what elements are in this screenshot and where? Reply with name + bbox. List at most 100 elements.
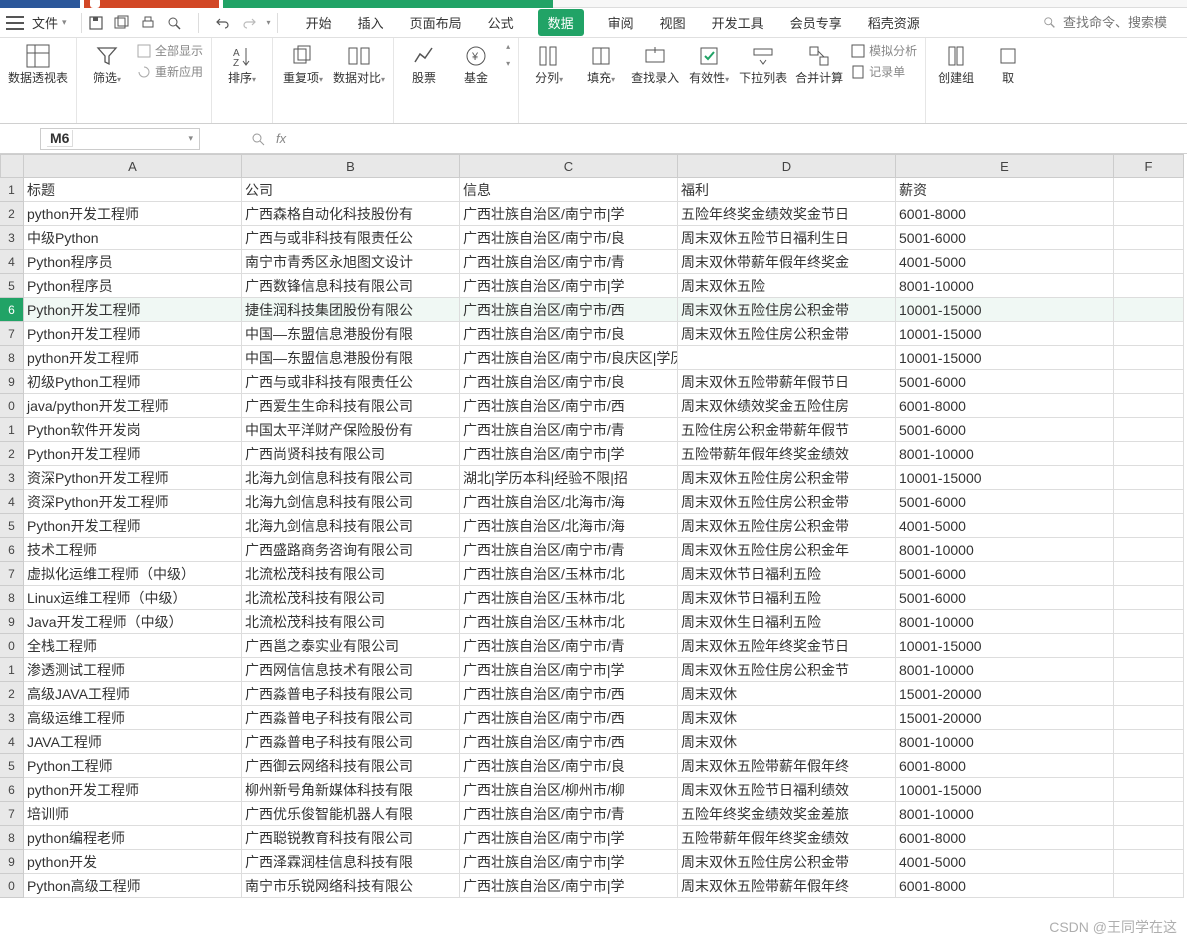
cell[interactable] xyxy=(1114,706,1184,730)
cell[interactable] xyxy=(1114,658,1184,682)
cell[interactable]: 北流松茂科技有限公司 xyxy=(242,562,460,586)
cell[interactable]: Python开发工程师 xyxy=(24,514,242,538)
tab-fragment-active[interactable] xyxy=(223,0,553,8)
validity-button[interactable]: 有效性▾ xyxy=(687,42,731,85)
cell[interactable]: 6001-8000 xyxy=(896,826,1114,850)
cell[interactable]: 8001-10000 xyxy=(896,658,1114,682)
row-header[interactable]: 6 xyxy=(0,538,24,562)
row-header[interactable]: 1 xyxy=(0,178,24,202)
cell[interactable]: 信息 xyxy=(460,178,678,202)
cell[interactable]: 南宁市青秀区永旭图文设计 xyxy=(242,250,460,274)
cell[interactable]: 广西尚贤科技有限公司 xyxy=(242,442,460,466)
cell[interactable] xyxy=(1114,298,1184,322)
cell[interactable]: 广西与或非科技有限责任公 xyxy=(242,370,460,394)
cell[interactable]: 4001-5000 xyxy=(896,850,1114,874)
cell[interactable]: 周末双休五险住房公积金年 xyxy=(678,538,896,562)
cell[interactable]: 5001-6000 xyxy=(896,226,1114,250)
row-header[interactable]: 4 xyxy=(0,250,24,274)
cell[interactable]: 广西壮族自治区/南宁市|学 xyxy=(460,658,678,682)
cell[interactable] xyxy=(1114,394,1184,418)
cell[interactable]: 广西壮族自治区/南宁市|学 xyxy=(460,826,678,850)
row-header[interactable]: 1 xyxy=(0,418,24,442)
cell[interactable] xyxy=(1114,802,1184,826)
cell[interactable]: python开发工程师 xyxy=(24,202,242,226)
cell[interactable]: 10001-15000 xyxy=(896,346,1114,370)
ribbon-tab-2[interactable]: 页面布局 xyxy=(408,9,464,36)
cell[interactable]: 10001-15000 xyxy=(896,466,1114,490)
chevron-down-icon[interactable]: ▾ xyxy=(267,18,271,27)
cell[interactable] xyxy=(1114,610,1184,634)
ribbon-tab-6[interactable]: 视图 xyxy=(658,9,688,36)
cell[interactable]: 4001-5000 xyxy=(896,514,1114,538)
cell[interactable] xyxy=(1114,178,1184,202)
tab-fragment-1[interactable] xyxy=(0,0,80,8)
print-icon[interactable] xyxy=(140,15,156,31)
record-button[interactable]: 记录单 xyxy=(851,63,917,80)
cell[interactable]: 广西优乐俊智能机器人有限 xyxy=(242,802,460,826)
cell[interactable]: python编程老师 xyxy=(24,826,242,850)
cell[interactable]: 4001-5000 xyxy=(896,250,1114,274)
cell[interactable] xyxy=(1114,418,1184,442)
cell[interactable]: 广西壮族自治区/南宁市/良 xyxy=(460,370,678,394)
ribbon-tab-3[interactable]: 公式 xyxy=(486,9,516,36)
ribbon-tab-7[interactable]: 开发工具 xyxy=(710,9,766,36)
cell[interactable] xyxy=(1114,826,1184,850)
cell[interactable]: 8001-10000 xyxy=(896,274,1114,298)
show-all-button[interactable]: 全部显示 xyxy=(137,42,203,59)
cell[interactable] xyxy=(1114,250,1184,274)
cell[interactable]: 广西壮族自治区/南宁市|学 xyxy=(460,874,678,898)
fill-button[interactable]: 填充▾ xyxy=(579,42,623,85)
row-header[interactable]: 2 xyxy=(0,442,24,466)
sort-button[interactable]: AZ 排序▾ xyxy=(220,42,264,85)
pivot-button[interactable]: 数据透视表 xyxy=(8,42,68,85)
cell[interactable] xyxy=(1114,466,1184,490)
row-header[interactable]: 4 xyxy=(0,730,24,754)
cell[interactable]: 虚拟化运维工程师（中级） xyxy=(24,562,242,586)
cell[interactable]: 资深Python开发工程师 xyxy=(24,466,242,490)
cell[interactable]: 北海九剑信息科技有限公司 xyxy=(242,490,460,514)
cell[interactable]: 初级Python工程师 xyxy=(24,370,242,394)
cell[interactable] xyxy=(1114,754,1184,778)
duplicates-button[interactable]: 重复项▾ xyxy=(281,42,325,85)
row-header[interactable]: 5 xyxy=(0,514,24,538)
ribbon-tab-9[interactable]: 稻壳资源 xyxy=(866,9,922,36)
cell[interactable]: Java开发工程师（中级） xyxy=(24,610,242,634)
cell[interactable]: 广西壮族自治区/北海市/海 xyxy=(460,490,678,514)
row-header[interactable]: 3 xyxy=(0,706,24,730)
cell[interactable]: python开发 xyxy=(24,850,242,874)
cell[interactable]: 周末双休绩效奖金五险住房 xyxy=(678,394,896,418)
cell[interactable]: 福利 xyxy=(678,178,896,202)
cell[interactable]: 8001-10000 xyxy=(896,610,1114,634)
cell[interactable]: 5001-6000 xyxy=(896,370,1114,394)
cell[interactable]: 6001-8000 xyxy=(896,874,1114,898)
cell[interactable] xyxy=(1114,274,1184,298)
cell[interactable]: 广西壮族自治区/玉林市/北 xyxy=(460,586,678,610)
cell[interactable]: Python程序员 xyxy=(24,250,242,274)
cell[interactable]: 周末双休带薪年假年终奖金 xyxy=(678,250,896,274)
redo-icon[interactable] xyxy=(241,15,257,31)
cell[interactable]: 周末双休五险带薪年假年终 xyxy=(678,754,896,778)
cell[interactable]: 全栈工程师 xyxy=(24,634,242,658)
cell[interactable] xyxy=(1114,442,1184,466)
cell[interactable] xyxy=(1114,202,1184,226)
cell[interactable]: 广西壮族自治区/南宁市|学 xyxy=(460,850,678,874)
cell[interactable]: python开发工程师 xyxy=(24,778,242,802)
cell[interactable]: 10001-15000 xyxy=(896,634,1114,658)
fx-label[interactable]: fx xyxy=(276,131,286,146)
select-all-corner[interactable] xyxy=(0,154,24,178)
cell[interactable]: 广西壮族自治区/南宁市/青 xyxy=(460,538,678,562)
cell[interactable]: 广西数锋信息科技有限公司 xyxy=(242,274,460,298)
cell[interactable] xyxy=(1114,634,1184,658)
row-header[interactable]: 3 xyxy=(0,226,24,250)
cell[interactable]: 广西壮族自治区/南宁市/青 xyxy=(460,250,678,274)
cell[interactable]: 周末双休生日福利五险 xyxy=(678,610,896,634)
spreadsheet-grid[interactable]: ABCDEF 123456789012345678901234567890 标题… xyxy=(0,154,1187,945)
row-header[interactable]: 7 xyxy=(0,562,24,586)
consolidate-button[interactable]: 合并计算 xyxy=(795,42,843,85)
save-as-icon[interactable] xyxy=(114,15,130,31)
cell[interactable]: 周末双休五险住房公积金带 xyxy=(678,490,896,514)
cell[interactable]: 广西壮族自治区/南宁市/西 xyxy=(460,730,678,754)
row-header[interactable]: 7 xyxy=(0,322,24,346)
cell[interactable]: Python开发工程师 xyxy=(24,442,242,466)
cell[interactable] xyxy=(1114,874,1184,898)
